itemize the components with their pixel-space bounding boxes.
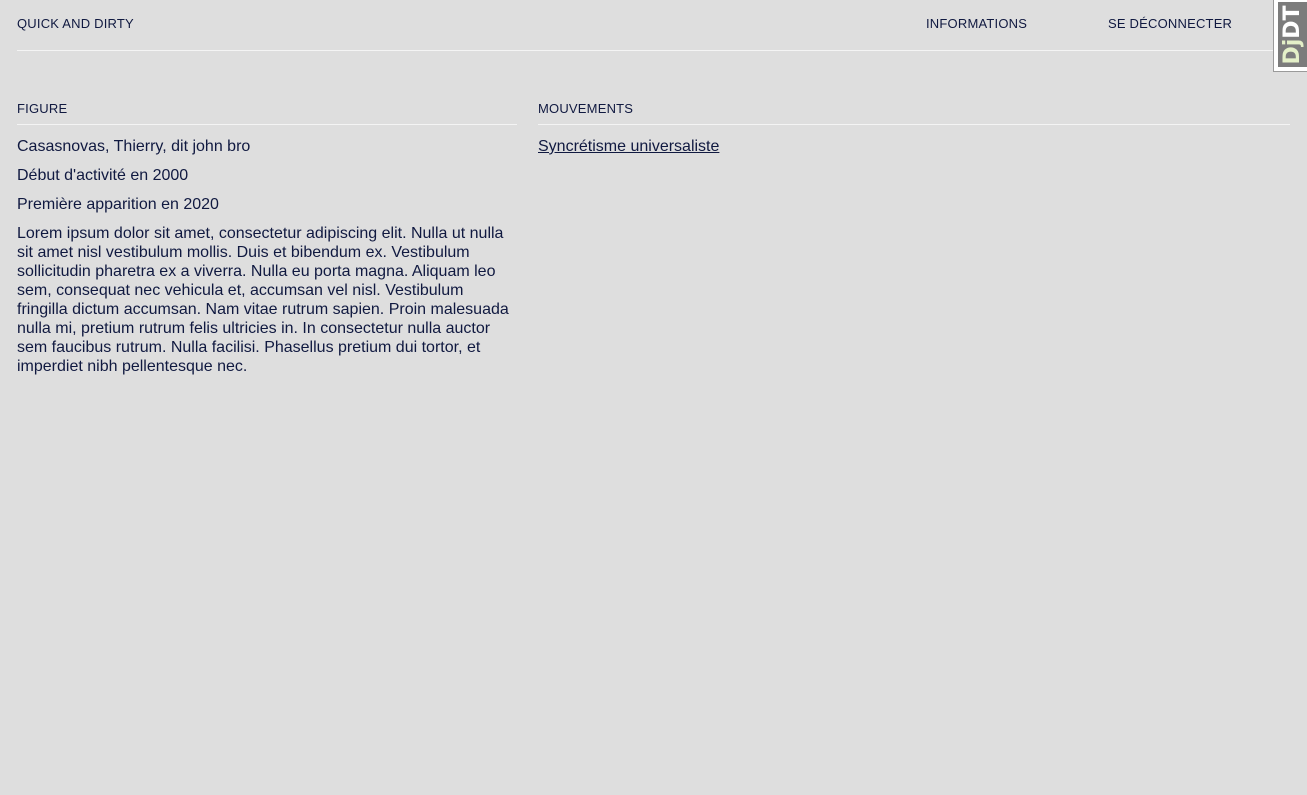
figure-name: Casasnovas, Thierry, dit john bro bbox=[17, 138, 251, 155]
djdt-logo-text: DjDT bbox=[1280, 4, 1305, 65]
figure-bio: Lorem ipsum dolor sit amet, consectetur … bbox=[17, 225, 509, 375]
movements-section: MOUVEMENTS Syncrétisme universaliste bbox=[538, 101, 1290, 156]
movement-link[interactable]: Syncrétisme universaliste bbox=[538, 137, 719, 156]
djdt-logo-dt: DT bbox=[1280, 4, 1305, 39]
figure-section: FIGURE Casasnovas, Thierry, dit john bro… bbox=[17, 101, 517, 376]
top-navigation-bar: QUICK AND DIRTY INFORMATIONS SE DÉCONNEC… bbox=[17, 0, 1290, 51]
debug-toolbar-logo: DjDT bbox=[1278, 2, 1307, 67]
debug-toolbar-handle[interactable]: DjDT bbox=[1273, 0, 1307, 72]
nav-informations-link[interactable]: INFORMATIONS bbox=[926, 16, 1027, 31]
figure-first-appearance: Première apparition en 2020 bbox=[17, 196, 219, 213]
djdt-logo-dj: Dj bbox=[1280, 38, 1305, 65]
figure-section-title: FIGURE bbox=[17, 101, 517, 125]
nav-logout-link[interactable]: SE DÉCONNECTER bbox=[1108, 16, 1232, 31]
movements-section-title: MOUVEMENTS bbox=[538, 101, 1290, 125]
figure-activity-start: Début d'activité en 2000 bbox=[17, 167, 189, 184]
brand-link[interactable]: QUICK AND DIRTY bbox=[17, 16, 134, 31]
